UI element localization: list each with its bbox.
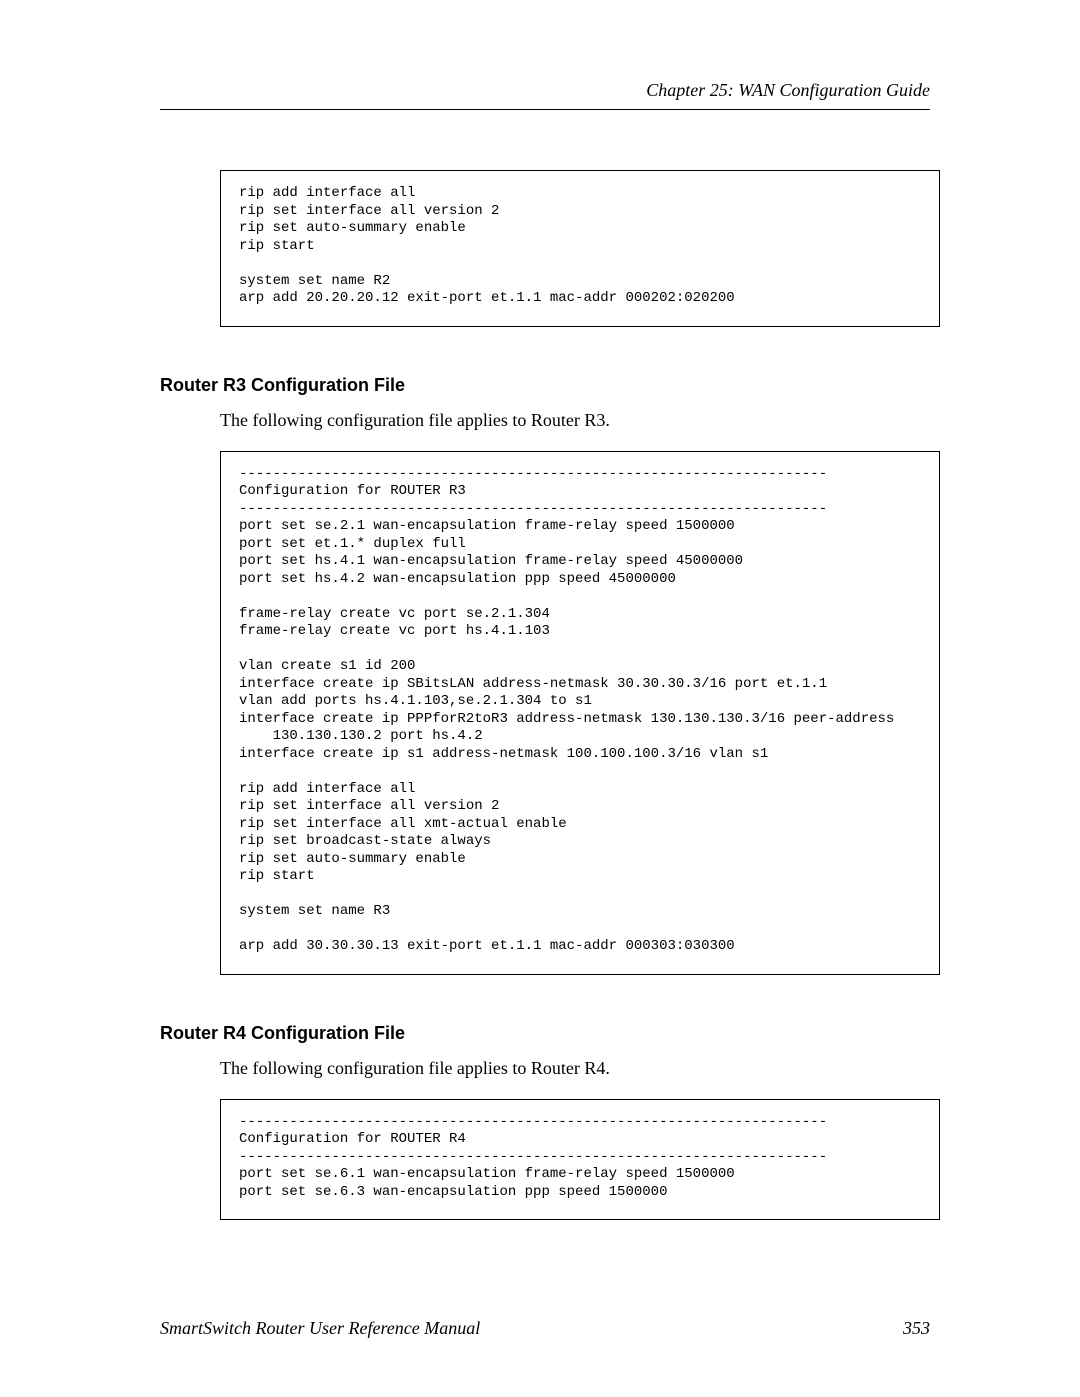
- intro-text-r3: The following configuration file applies…: [220, 410, 930, 431]
- footer: SmartSwitch Router User Reference Manual…: [160, 1318, 930, 1339]
- code-block-r4: ----------------------------------------…: [220, 1099, 940, 1221]
- running-header: Chapter 25: WAN Configuration Guide: [160, 80, 930, 101]
- footer-page-number: 353: [903, 1318, 930, 1339]
- intro-text-r4: The following configuration file applies…: [220, 1058, 930, 1079]
- section-heading-r3: Router R3 Configuration File: [160, 375, 930, 396]
- footer-manual-title: SmartSwitch Router User Reference Manual: [160, 1318, 480, 1339]
- code-block-r2-continuation: rip add interface all rip set interface …: [220, 170, 940, 327]
- header-rule: [160, 109, 930, 110]
- page: Chapter 25: WAN Configuration Guide rip …: [0, 0, 1080, 1397]
- section-heading-r4: Router R4 Configuration File: [160, 1023, 930, 1044]
- code-block-r3: ----------------------------------------…: [220, 451, 940, 975]
